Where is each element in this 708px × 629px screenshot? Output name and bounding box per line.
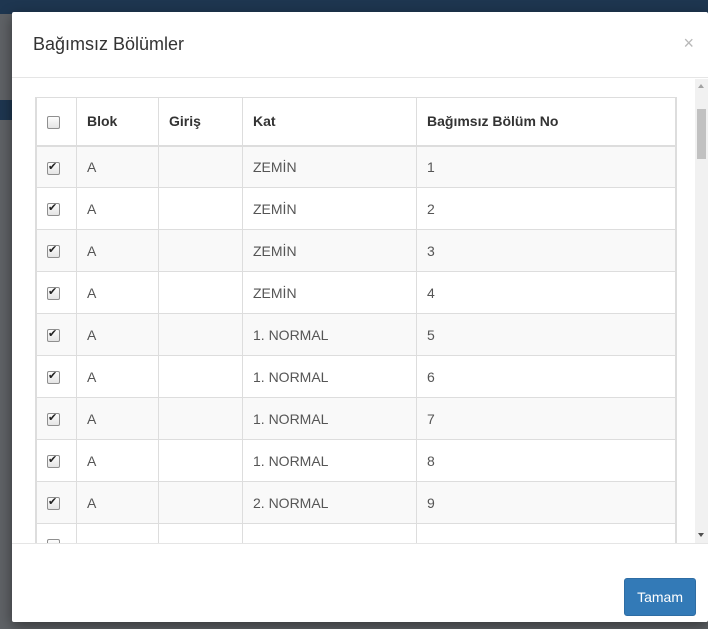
cell-bolum-no: 7 xyxy=(416,397,676,440)
select-all-checkbox[interactable] xyxy=(47,116,60,130)
cell-bolum-no: 3 xyxy=(416,229,676,272)
row-checkbox-cell xyxy=(36,397,77,440)
cell-blok: A xyxy=(76,355,159,398)
cell-bolum-no: 2 xyxy=(416,187,676,230)
units-table: Blok Giriş Kat Bağımsız Bölüm No AZEMİN1… xyxy=(36,97,676,543)
column-header-kat[interactable]: Kat xyxy=(242,97,417,147)
ok-button[interactable]: Tamam xyxy=(624,578,696,616)
table-row[interactable]: A ZEMİN3 xyxy=(36,229,676,272)
cell-blok: A xyxy=(76,481,159,524)
cell-kat: 1. NORMAL xyxy=(242,355,417,398)
scroll-up-arrow-icon[interactable] xyxy=(698,84,704,88)
header-checkbox-cell xyxy=(36,97,77,147)
cell-giris xyxy=(158,523,243,543)
table-row[interactable]: A ZEMİN4 xyxy=(36,271,676,314)
cell-giris xyxy=(158,397,243,440)
row-checkbox[interactable] xyxy=(47,453,60,469)
cell-giris xyxy=(158,271,243,314)
row-checkbox[interactable] xyxy=(47,201,60,217)
row-checkbox-cell xyxy=(36,187,77,230)
cell-bolum-no: 6 xyxy=(416,355,676,398)
row-checkbox[interactable] xyxy=(47,495,60,511)
cell-giris xyxy=(158,355,243,398)
table-row[interactable]: A 1. NORMAL8 xyxy=(36,439,676,482)
cell-kat: ZEMİN xyxy=(242,229,417,272)
row-checkbox-cell xyxy=(36,523,77,543)
table-row[interactable] xyxy=(36,523,676,543)
cell-blok xyxy=(76,523,159,543)
cell-blok: A xyxy=(76,145,159,188)
table-row[interactable]: A ZEMİN1 xyxy=(36,145,676,188)
cell-blok: A xyxy=(76,229,159,272)
cell-blok: A xyxy=(76,187,159,230)
cell-kat: ZEMİN xyxy=(242,187,417,230)
cell-kat: ZEMİN xyxy=(242,271,417,314)
vertical-scrollbar[interactable] xyxy=(695,79,708,543)
table-row[interactable]: A 1. NORMAL6 xyxy=(36,355,676,398)
modal-dialog: Bağımsız Bölümler × Blok Giriş Kat Bağım… xyxy=(12,12,708,622)
table-row[interactable]: A 1. NORMAL7 xyxy=(36,397,676,440)
cell-kat: 2. NORMAL xyxy=(242,481,417,524)
modal-footer: Tamam xyxy=(12,543,708,622)
cell-bolum-no: 4 xyxy=(416,271,676,314)
cell-bolum-no: 1 xyxy=(416,145,676,188)
scroll-down-arrow-icon[interactable] xyxy=(698,533,704,537)
row-checkbox-cell xyxy=(36,481,77,524)
modal-body: Blok Giriş Kat Bağımsız Bölüm No AZEMİN1… xyxy=(12,79,708,543)
background-strip xyxy=(0,100,12,120)
row-checkbox-cell xyxy=(36,271,77,314)
row-checkbox[interactable] xyxy=(47,285,60,301)
cell-bolum-no xyxy=(416,523,676,543)
cell-blok: A xyxy=(76,397,159,440)
cell-giris xyxy=(158,145,243,188)
table-scroll-area[interactable]: Blok Giriş Kat Bağımsız Bölüm No AZEMİN1… xyxy=(35,97,677,543)
cell-kat xyxy=(242,523,417,543)
cell-kat: 1. NORMAL xyxy=(242,439,417,482)
cell-giris xyxy=(158,229,243,272)
row-checkbox-cell xyxy=(36,145,77,188)
column-header-giris[interactable]: Giriş xyxy=(158,97,243,147)
cell-bolum-no: 8 xyxy=(416,439,676,482)
cell-giris xyxy=(158,439,243,482)
row-checkbox[interactable] xyxy=(47,411,60,427)
table-row[interactable]: A ZEMİN2 xyxy=(36,187,676,230)
row-checkbox-cell xyxy=(36,313,77,356)
cell-bolum-no: 9 xyxy=(416,481,676,524)
cell-kat: 1. NORMAL xyxy=(242,313,417,356)
modal-title: Bağımsız Bölümler xyxy=(33,34,185,54)
row-checkbox[interactable] xyxy=(47,160,60,175)
cell-blok: A xyxy=(76,271,159,314)
row-checkbox[interactable] xyxy=(47,369,60,385)
row-checkbox[interactable] xyxy=(47,327,60,343)
table-row[interactable]: A 2. NORMAL9 xyxy=(36,481,676,524)
table-body: AZEMİN1AZEMİN2AZEMİN3AZEMİN4A1. NORMAL5A… xyxy=(36,145,676,543)
row-checkbox-cell xyxy=(36,439,77,482)
close-icon[interactable]: × xyxy=(683,34,694,52)
cell-blok: A xyxy=(76,439,159,482)
cell-giris xyxy=(158,313,243,356)
cell-kat: 1. NORMAL xyxy=(242,397,417,440)
column-header-bolum-no[interactable]: Bağımsız Bölüm No xyxy=(416,97,676,147)
row-checkbox-cell xyxy=(36,355,77,398)
cell-bolum-no: 5 xyxy=(416,313,676,356)
table-row[interactable]: A 1. NORMAL5 xyxy=(36,313,676,356)
row-checkbox-cell xyxy=(36,229,77,272)
column-header-blok[interactable]: Blok xyxy=(76,97,159,147)
cell-giris xyxy=(158,187,243,230)
modal-header: Bağımsız Bölümler × xyxy=(12,12,708,78)
cell-blok: A xyxy=(76,313,159,356)
scroll-thumb[interactable] xyxy=(697,109,706,159)
cell-kat: ZEMİN xyxy=(242,145,417,188)
table-header-row: Blok Giriş Kat Bağımsız Bölüm No xyxy=(36,97,676,147)
cell-giris xyxy=(158,481,243,524)
row-checkbox[interactable] xyxy=(47,243,60,259)
